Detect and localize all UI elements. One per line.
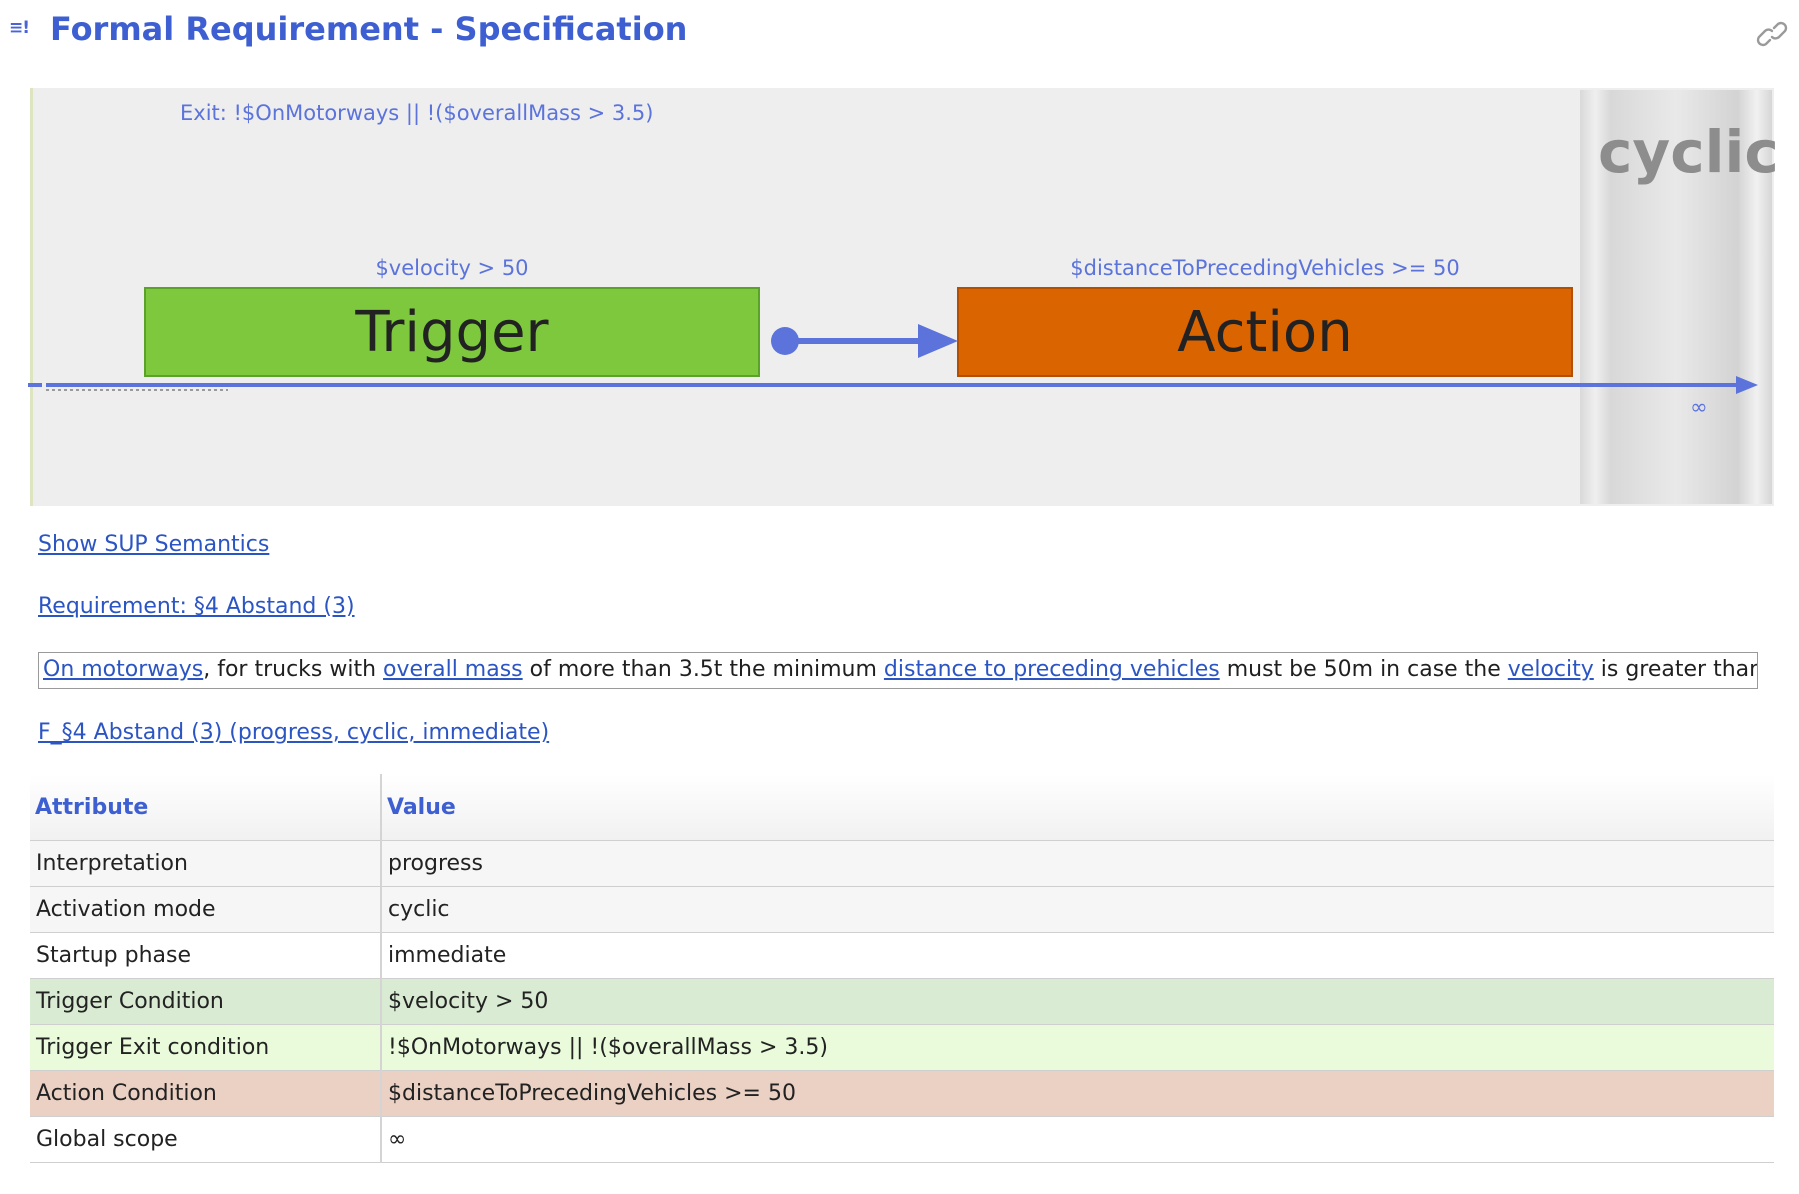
exit-condition-label: Exit: !$OnMotorways || !($overallMass > … bbox=[180, 101, 654, 125]
attribute-cell: Activation mode bbox=[30, 886, 382, 933]
requirement-description: On motorways, for trucks with overall ma… bbox=[38, 652, 1758, 689]
scope-end-label: ∞ bbox=[1690, 395, 1708, 419]
timeline-axis bbox=[28, 376, 1758, 394]
column-header-attribute[interactable]: Attribute bbox=[30, 774, 382, 841]
desc-text-4: is greater than 50 km/h. bbox=[1600, 657, 1757, 682]
trigger-label: Trigger bbox=[355, 299, 549, 365]
value-cell: $velocity > 50 bbox=[381, 978, 1774, 1025]
overall-mass-link[interactable]: overall mass bbox=[383, 657, 523, 682]
value-cell: cyclic bbox=[381, 886, 1774, 933]
table-row[interactable]: Action Condition $distanceToPrecedingVeh… bbox=[30, 1070, 1774, 1117]
attribute-cell: Trigger Condition bbox=[30, 978, 382, 1025]
formal-requirement-link[interactable]: F_§4 Abstand (3) (progress, cyclic, imme… bbox=[38, 720, 549, 745]
value-cell: $distanceToPrecedingVehicles >= 50 bbox=[381, 1070, 1774, 1117]
table-row[interactable]: Trigger Condition $velocity > 50 bbox=[30, 978, 1774, 1025]
attribute-cell: Action Condition bbox=[30, 1070, 382, 1117]
page-title: Formal Requirement - Specification bbox=[50, 10, 688, 48]
attribute-cell: Interpretation bbox=[30, 840, 382, 887]
on-motorways-link[interactable]: On motorways bbox=[43, 657, 203, 682]
value-cell: immediate bbox=[381, 932, 1774, 979]
table-row[interactable]: Startup phase immediate bbox=[30, 932, 1774, 979]
list-exclamation-icon: ≡! bbox=[9, 18, 30, 38]
value-cell: ∞ bbox=[381, 1116, 1774, 1163]
attribute-cell: Global scope bbox=[30, 1116, 382, 1163]
attribute-cell: Trigger Exit condition bbox=[30, 1024, 382, 1071]
table-row[interactable]: Global scope ∞ bbox=[30, 1116, 1774, 1163]
requirement-link[interactable]: Requirement: §4 Abstand (3) bbox=[38, 594, 355, 619]
trigger-action-arrow bbox=[771, 324, 958, 358]
desc-text-2: of more than 3.5t the minimum bbox=[522, 657, 884, 682]
distance-to-preceding-vehicles-link[interactable]: distance to preceding vehicles bbox=[884, 657, 1220, 682]
attribute-table: Attribute Value Interpretation progress … bbox=[30, 774, 1774, 1163]
trigger-box[interactable]: Trigger bbox=[144, 287, 760, 377]
action-condition-label: $distanceToPrecedingVehicles >= 50 bbox=[1070, 256, 1460, 280]
show-sup-semantics-link[interactable]: Show SUP Semantics bbox=[38, 532, 269, 557]
desc-text-1: , for trucks with bbox=[203, 657, 384, 682]
velocity-link[interactable]: velocity bbox=[1508, 657, 1594, 682]
action-box[interactable]: Action bbox=[957, 287, 1573, 377]
table-row[interactable]: Interpretation progress bbox=[30, 840, 1774, 887]
column-header-value[interactable]: Value bbox=[381, 774, 1774, 841]
cyclic-label: cyclic bbox=[1598, 118, 1779, 186]
value-cell: !$OnMotorways || !($overallMass > 3.5) bbox=[381, 1024, 1774, 1071]
table-row[interactable]: Activation mode cyclic bbox=[30, 886, 1774, 933]
value-cell: progress bbox=[381, 840, 1774, 887]
link-icon[interactable] bbox=[1752, 14, 1792, 54]
attribute-cell: Startup phase bbox=[30, 932, 382, 979]
trigger-condition-label: $velocity > 50 bbox=[375, 256, 529, 280]
table-row[interactable]: Trigger Exit condition !$OnMotorways || … bbox=[30, 1024, 1774, 1071]
desc-text-3: must be 50m in case the bbox=[1219, 657, 1508, 682]
action-label: Action bbox=[1177, 299, 1353, 365]
